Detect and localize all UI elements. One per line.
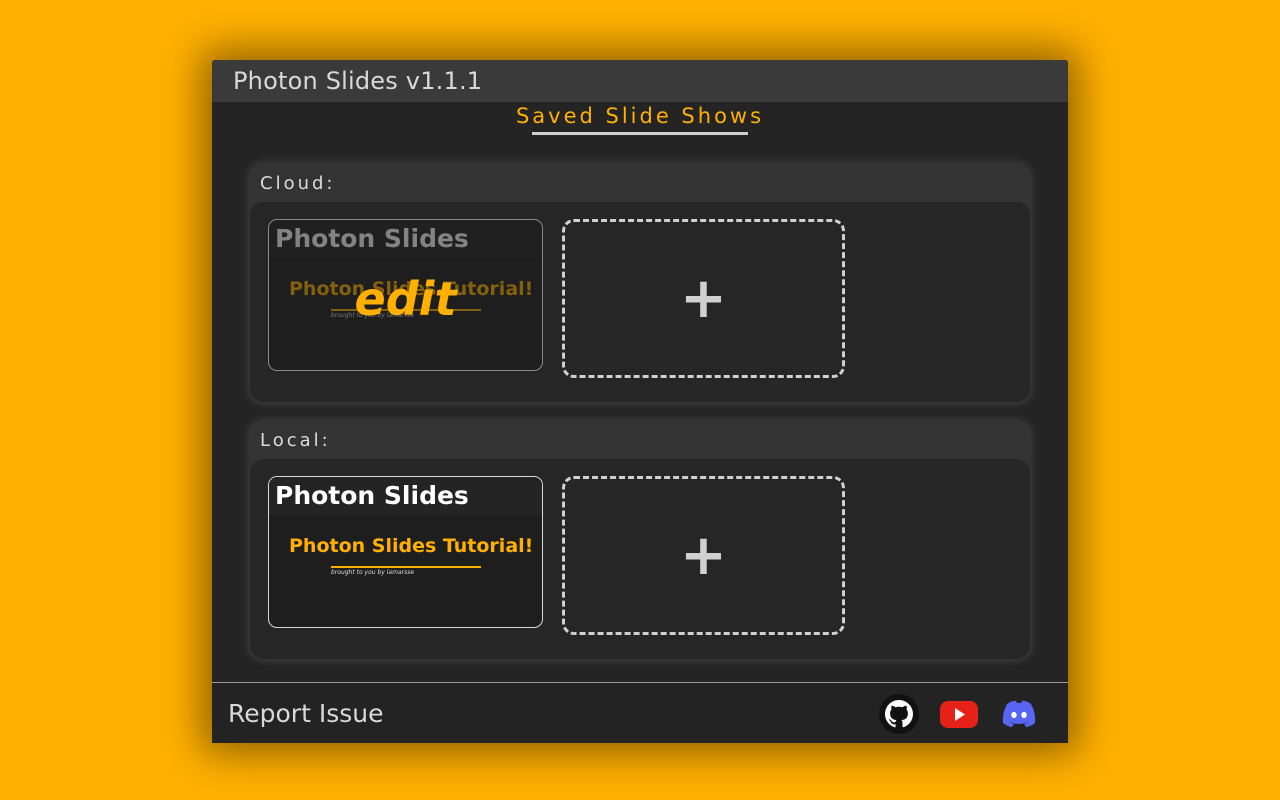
cloud-label: Cloud: bbox=[260, 172, 336, 194]
slide-title: Photon Slides bbox=[269, 477, 542, 515]
preview-underline bbox=[331, 566, 481, 568]
local-slides-container: Photon Slides Photon Slides Tutorial! br… bbox=[250, 459, 1030, 659]
edit-button[interactable]: edit bbox=[269, 272, 542, 326]
local-label: Local: bbox=[260, 429, 331, 451]
title-bar: Photon Slides v1.1.1 bbox=[212, 60, 1068, 102]
report-issue-link[interactable]: Report Issue bbox=[228, 699, 383, 728]
github-icon[interactable] bbox=[878, 693, 920, 735]
preview-title: Photon Slides Tutorial! bbox=[289, 535, 534, 557]
app-window: Photon Slides v1.1.1 Saved Slide Shows C… bbox=[212, 60, 1068, 743]
page-title-underline bbox=[532, 132, 748, 135]
local-slide-card[interactable]: Photon Slides Photon Slides Tutorial! br… bbox=[268, 476, 543, 628]
slide-preview: Photon Slides Tutorial! brought to you b… bbox=[269, 515, 542, 627]
window-title: Photon Slides v1.1.1 bbox=[233, 67, 483, 95]
footer: Report Issue bbox=[212, 682, 1068, 743]
youtube-icon[interactable] bbox=[938, 693, 980, 735]
preview-subtitle: brought to you by lamarsse bbox=[331, 569, 415, 576]
add-local-slideshow-button[interactable]: + bbox=[562, 476, 845, 635]
slide-title: Photon Slides bbox=[269, 220, 542, 258]
cloud-group: Cloud: Photon Slides Photon Slides Tutor… bbox=[250, 164, 1030, 402]
add-cloud-slideshow-button[interactable]: + bbox=[562, 219, 845, 378]
discord-icon[interactable] bbox=[998, 693, 1040, 735]
page-title: Saved Slide Shows bbox=[515, 104, 765, 128]
social-links bbox=[878, 693, 1040, 735]
local-group: Local: Photon Slides Photon Slides Tutor… bbox=[250, 421, 1030, 659]
cloud-slide-card[interactable]: Photon Slides Photon Slides Tutorial! br… bbox=[268, 219, 543, 371]
cloud-slides-container: Photon Slides Photon Slides Tutorial! br… bbox=[250, 202, 1030, 402]
